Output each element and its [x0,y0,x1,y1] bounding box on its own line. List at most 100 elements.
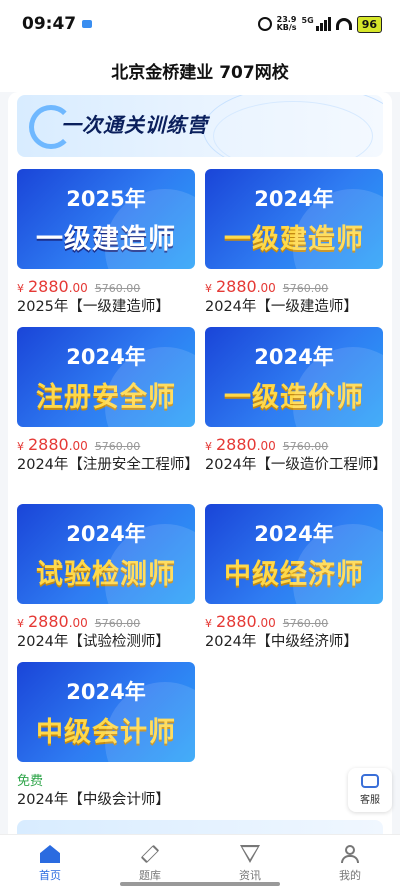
status-icons: 23.9 KB/s 5G 96 [257,15,382,33]
course-card[interactable]: 2024年 一级造价师 ¥ 2880 .00 5760.00 2024年【一级造… [205,327,387,475]
battery-level: 96 [356,15,382,33]
price-currency: ¥ [17,440,24,453]
thumbnail-year: 2024年 [66,522,146,546]
course-card[interactable]: 2025年 一级建造师 ¥ 2880 .00 5760.00 2025年【一级建… [17,169,195,317]
course-thumbnail[interactable]: 2024年 试验检测师 [17,504,195,604]
course-thumbnail[interactable]: 2025年 一级建造师 [17,169,195,269]
price-row: ¥ 2880 .00 5760.00 [205,435,383,454]
course-card[interactable]: 2024年 一级建造师 ¥ 2880 .00 5760.00 2024年【一级建… [205,169,383,317]
news-icon [240,845,260,863]
status-bar: 09:47 23.9 KB/s 5G 96 [0,0,400,48]
next-section-banner[interactable] [17,820,383,834]
course-title[interactable]: 2024年【中级会计师】 [17,790,195,810]
free-badge: 免费 [17,774,44,789]
original-price: 5760.00 [282,617,329,630]
network-type: 5G [301,15,314,25]
course-thumbnail[interactable]: 2024年 中级经济师 [205,504,383,604]
status-time: 09:47 [22,14,77,34]
thumbnail-year: 2024年 [254,187,334,211]
network-speed: 23.9 KB/s [277,16,297,32]
course-list[interactable]: 一次通关训练营 2025年 一级建造师 ¥ 2880 .00 5760.00 2… [0,92,400,834]
price-decimal: .00 [256,281,276,295]
price-currency: ¥ [205,440,212,453]
app-notification-icon [82,20,93,28]
course-title[interactable]: 2024年【注册安全工程师】 [17,455,199,475]
chat-icon [361,774,379,788]
home-icon [40,845,60,863]
tab-news[interactable]: 资讯 [200,835,300,889]
original-price: 5760.00 [94,617,141,630]
price-decimal: .00 [68,439,88,453]
price-currency: ¥ [17,282,24,295]
tab-label: 题库 [139,869,161,882]
course-title[interactable]: 2024年【一级建造师】 [205,297,383,317]
original-price: 5760.00 [282,440,329,453]
course-card[interactable]: 2024年 中级会计师 免费 2024年【中级会计师】 [17,662,195,810]
pen-icon [140,844,160,864]
thumbnail-year: 2024年 [66,345,146,369]
price: 2880 [216,277,257,296]
course-title[interactable]: 2024年【试验检测师】 [17,632,195,652]
bottom-tab-bar: 首页 题库 资讯 我的 [0,834,400,889]
tab-profile[interactable]: 我的 [300,835,400,889]
price: 2880 [216,612,257,631]
thumbnail-year: 2024年 [254,345,334,369]
user-icon [340,845,360,863]
original-price: 5760.00 [94,440,141,453]
thumbnail-course-name: 试验检测师 [36,559,176,590]
price: 2880 [216,435,257,454]
signal-icon [315,17,331,31]
price-currency: ¥ [205,617,212,630]
price-decimal: .00 [256,439,276,453]
course-title[interactable]: 2025年【一级建造师】 [17,297,195,317]
price-currency: ¥ [17,617,24,630]
thumbnail-year: 2024年 [254,522,334,546]
thumbnail-course-name: 一级造价师 [224,382,364,413]
home-indicator [120,882,280,886]
price-row: ¥ 2880 .00 5760.00 [205,612,383,631]
thumbnail-year: 2024年 [66,680,146,704]
thumbnail-course-name: 一级建造师 [224,224,364,255]
course-card[interactable]: 2024年 中级经济师 ¥ 2880 .00 5760.00 2024年【中级经… [205,504,383,652]
customer-service-label: 客服 [360,795,380,806]
course-panel: 一次通关训练营 2025年 一级建造师 ¥ 2880 .00 5760.00 2… [8,92,392,834]
course-card[interactable]: 2024年 注册安全师 ¥ 2880 .00 5760.00 2024年【注册安… [17,327,199,475]
training-camp-banner[interactable]: 一次通关训练营 [17,95,383,157]
price-row: 免费 [17,770,195,789]
course-thumbnail[interactable]: 2024年 注册安全师 [17,327,195,427]
original-price: 5760.00 [282,282,329,295]
thumbnail-course-name: 中级经济师 [224,559,364,590]
tab-label: 我的 [339,869,361,882]
course-thumbnail[interactable]: 2024年 中级会计师 [17,662,195,762]
price-decimal: .00 [68,616,88,630]
thumbnail-course-name: 注册安全师 [36,382,176,413]
original-price: 5760.00 [94,282,141,295]
tab-question-bank[interactable]: 题库 [100,835,200,889]
price-row: ¥ 2880 .00 5760.00 [205,277,383,296]
price: 2880 [28,277,69,296]
thumbnail-course-name: 中级会计师 [36,717,176,748]
course-thumbnail[interactable]: 2024年 一级建造师 [205,169,383,269]
price-row: ¥ 2880 .00 5760.00 [17,612,195,631]
network-speed-unit: KB/s [276,23,297,32]
course-card[interactable]: 2024年 试验检测师 ¥ 2880 .00 5760.00 2024年【试验检… [17,504,195,652]
alarm-icon [257,17,272,31]
tab-home[interactable]: 首页 [0,835,100,889]
customer-service-button[interactable]: 客服 [348,768,392,812]
course-thumbnail[interactable]: 2024年 一级造价师 [205,327,383,427]
tab-label: 资讯 [239,869,261,882]
price-currency: ¥ [205,282,212,295]
thumbnail-course-name: 一级建造师 [36,224,176,255]
tab-label: 首页 [39,869,61,882]
price: 2880 [28,435,69,454]
price-row: ¥ 2880 .00 5760.00 [17,435,195,454]
wifi-icon [335,18,352,30]
course-title[interactable]: 2024年【一级造价工程师】 [205,455,387,475]
page-title: 北京金桥建业 707网校 [0,48,400,92]
price-decimal: .00 [68,281,88,295]
price-row: ¥ 2880 .00 5760.00 [17,277,195,296]
course-title[interactable]: 2024年【中级经济师】 [205,632,383,652]
price: 2880 [28,612,69,631]
training-camp-title: 一次通关训练营 [61,113,208,137]
price-decimal: .00 [256,616,276,630]
